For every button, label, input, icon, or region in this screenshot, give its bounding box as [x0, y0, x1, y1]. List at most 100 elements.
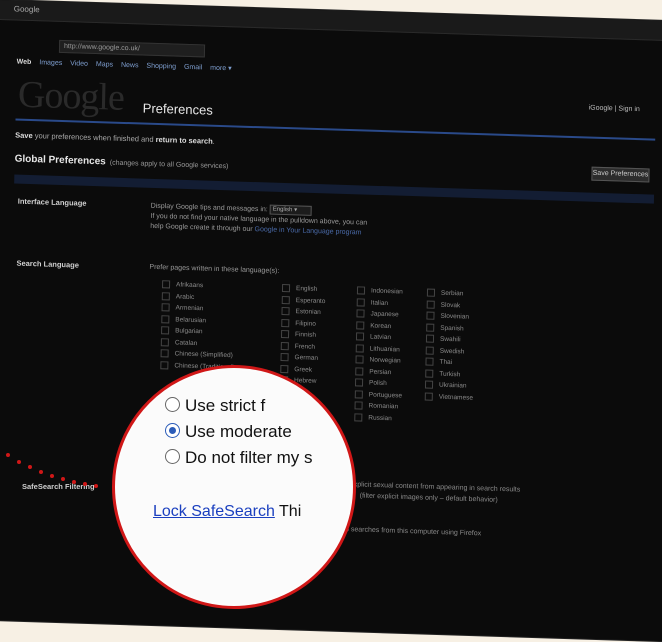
checkbox-icon[interactable] [280, 341, 289, 350]
language-label: Slovak [440, 301, 461, 309]
language-label: Latvian [369, 333, 392, 342]
nav-web[interactable]: Web [17, 59, 32, 66]
checkbox-icon[interactable] [161, 314, 170, 323]
checkbox-icon[interactable] [161, 303, 170, 312]
checkbox-icon[interactable] [426, 311, 435, 320]
checkbox-icon[interactable] [161, 280, 171, 289]
address-bar[interactable]: http://www.google.co.uk/ [58, 39, 206, 58]
safesearch-desc-1: explicit sexual content from appearing i… [349, 481, 521, 494]
checkbox-icon[interactable] [281, 283, 291, 293]
language-label: Romanian [368, 402, 399, 411]
translation-program-link[interactable]: Google in Your Language program [254, 226, 361, 236]
language-label: Finnish [294, 331, 317, 339]
language-column-4: Serbian Slovak Slovenian Spanish Swahili Swed… [424, 288, 497, 406]
google-logo[interactable]: Google [18, 73, 125, 120]
nav-maps[interactable]: Maps [96, 61, 113, 69]
checkbox-icon[interactable] [354, 412, 363, 422]
language-label: Afrikaans [175, 281, 204, 290]
nav-more[interactable]: more ▾ [210, 65, 232, 73]
page-title: Preferences [142, 100, 213, 118]
interface-language-desc: Display Google tips and messages in: Eng… [150, 201, 367, 239]
language-label: Portuguese [368, 390, 403, 400]
language-checkbox-item[interactable]: Vietnamese [424, 392, 495, 406]
magnified-lock-row: Lock SafeSearch Thi [153, 503, 301, 521]
save-preferences-button[interactable]: Save Preferences [591, 166, 650, 183]
checkbox-icon[interactable] [161, 326, 170, 335]
radio-nofilter-icon[interactable] [165, 449, 180, 464]
language-label: Swedish [439, 347, 465, 355]
interface-language-select[interactable]: English ▾ [269, 204, 312, 216]
interface-language-line3: help Google create it through our [150, 222, 253, 233]
checkbox-icon[interactable] [354, 378, 364, 387]
language-label: Lithuanian [369, 344, 400, 353]
checkbox-icon[interactable] [426, 300, 435, 309]
checkbox-icon[interactable] [281, 318, 290, 327]
checkbox-icon[interactable] [426, 323, 435, 332]
tab-title[interactable]: Google [14, 4, 40, 14]
language-label: Armenian [175, 304, 204, 313]
language-label: Spanish [440, 324, 464, 332]
checkbox-icon[interactable] [161, 291, 170, 300]
save-instructions: Save your preferences when finished and … [15, 131, 215, 146]
checkbox-icon[interactable] [354, 389, 363, 399]
language-label: Esperanto [295, 296, 326, 305]
safesearch-filtering-label: SafeSearch Filtering [22, 482, 95, 491]
nav-news[interactable]: News [121, 62, 139, 70]
radio-moderate-selected-icon[interactable] [165, 423, 180, 438]
language-label: Vietnamese [438, 393, 474, 402]
checkbox-icon[interactable] [160, 349, 169, 358]
nav-video[interactable]: Video [70, 60, 88, 68]
language-checkbox-item[interactable]: Russian [354, 412, 424, 427]
language-label: Korean [370, 321, 392, 330]
checkbox-icon[interactable] [355, 366, 364, 376]
magnifier-lens: Use strict f Use moderate Do not filter … [112, 365, 356, 609]
interface-language-line1: Display Google tips and messages in: [150, 202, 268, 214]
checkbox-icon[interactable] [424, 392, 433, 401]
magnified-option-nofilter-label: Do not filter my s [185, 448, 313, 467]
global-preferences-note: (changes apply to all Google services) [109, 159, 229, 171]
checkbox-icon[interactable] [355, 343, 364, 353]
global-preferences-heading: Global Preferences (changes apply to all … [15, 154, 229, 172]
checkbox-icon[interactable] [424, 380, 434, 389]
language-label: Filipino [295, 319, 316, 328]
checkbox-icon[interactable] [280, 329, 290, 339]
interface-language-label: Interface Language [17, 196, 87, 208]
nav-images[interactable]: Images [39, 59, 62, 67]
language-label: English [295, 285, 318, 293]
checkbox-icon[interactable] [356, 297, 365, 307]
checkbox-icon[interactable] [356, 286, 366, 295]
language-label: Norwegian [369, 356, 401, 365]
nav-shopping[interactable]: Shopping [146, 63, 176, 71]
magnified-option-moderate[interactable]: Use moderate [165, 422, 292, 442]
checkbox-icon[interactable] [425, 334, 435, 343]
return-to-search-link[interactable]: return to search [156, 135, 213, 146]
checkbox-icon[interactable] [425, 369, 434, 378]
checkbox-icon[interactable] [356, 320, 365, 330]
save-link[interactable]: Save [15, 131, 33, 141]
checkbox-icon[interactable] [355, 355, 364, 364]
language-label: Catalan [174, 338, 198, 347]
signin-link[interactable]: iGoogle | Sign in [589, 105, 640, 114]
checkbox-icon[interactable] [356, 309, 365, 318]
checkbox-icon[interactable] [354, 401, 363, 410]
checkbox-icon[interactable] [160, 337, 169, 346]
language-label: Serbian [440, 289, 464, 298]
checkbox-icon[interactable] [426, 288, 436, 297]
checkbox-icon[interactable] [280, 352, 289, 362]
radio-strict-icon[interactable] [165, 397, 180, 412]
checkbox-icon[interactable] [281, 295, 290, 304]
language-label: Polish [368, 379, 387, 388]
magnified-option-strict[interactable]: Use strict f [165, 396, 265, 416]
magnified-safesearch: Use strict f Use moderate Do not filter … [115, 368, 353, 606]
checkbox-icon[interactable] [281, 306, 290, 316]
address-text: http://www.google.co.uk/ [63, 43, 140, 53]
checkbox-icon[interactable] [425, 357, 434, 366]
lock-safesearch-link[interactable]: Lock SafeSearch [153, 503, 275, 520]
lock-safesearch-suffix: Thi [279, 503, 302, 520]
save-middle-text: your preferences when finished and [32, 131, 156, 144]
checkbox-icon[interactable] [425, 346, 434, 355]
checkbox-icon[interactable] [355, 332, 365, 341]
search-language-label: Search Language [16, 258, 80, 270]
magnified-option-nofilter[interactable]: Do not filter my s [165, 448, 313, 468]
nav-gmail[interactable]: Gmail [184, 64, 202, 72]
